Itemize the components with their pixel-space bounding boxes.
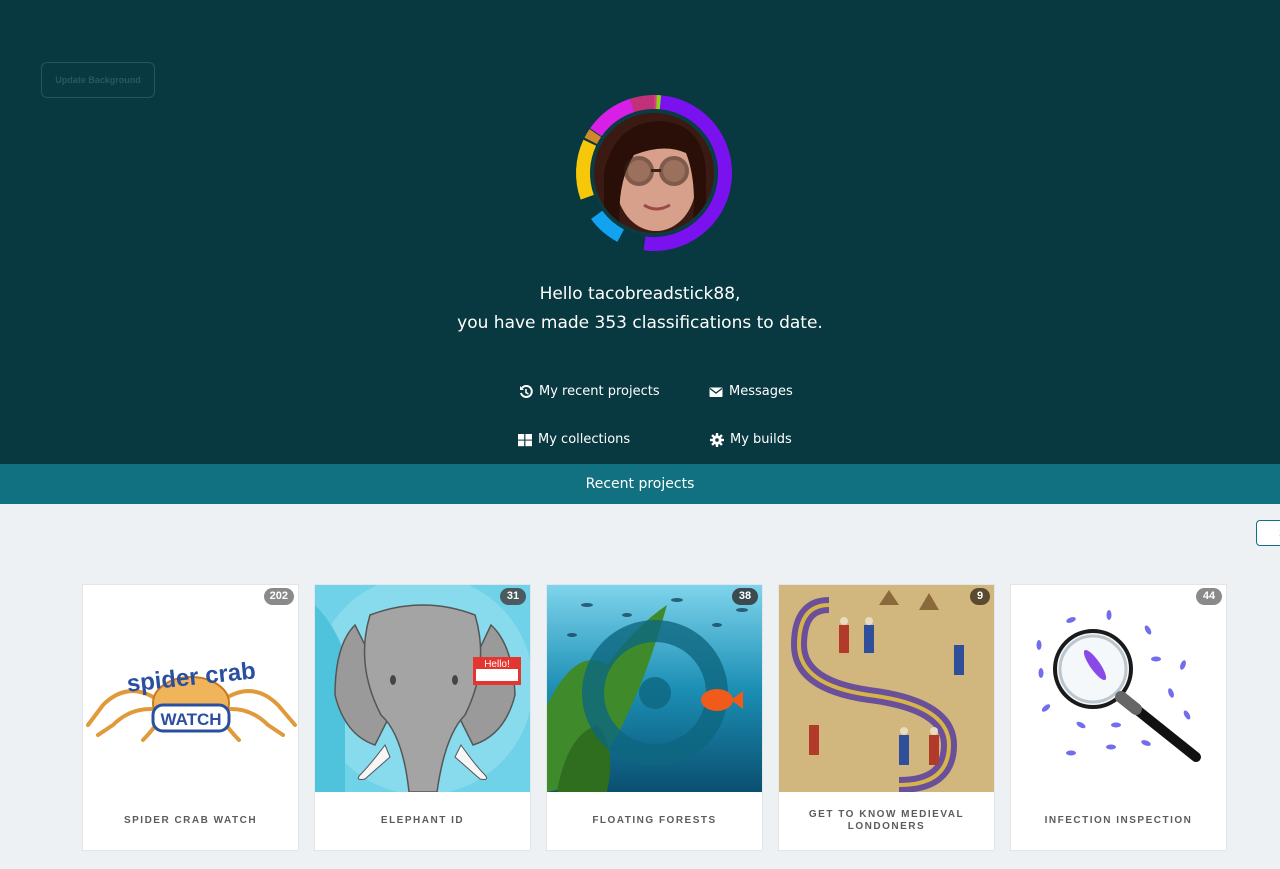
greeting-line-classifications: you have made 353 classifications to dat… (457, 313, 823, 333)
classification-count-badge: 44 (1196, 588, 1222, 605)
classification-count-badge: 202 (263, 588, 294, 605)
profile-hero: Update Background Hello tacobreadstick88… (0, 0, 1280, 464)
svg-text:WATCH: WATCH (160, 710, 221, 729)
messages-label: Messages (729, 384, 793, 399)
gear-icon (710, 432, 724, 447)
project-card-medieval-londoners[interactable]: 9 GET TO KNOW MEDIEVAL LONDONERS (778, 584, 995, 851)
recent-projects-header: Recent projects (0, 464, 1280, 504)
project-title: INFECTION INSPECTION (1044, 815, 1193, 826)
avatar (574, 93, 734, 253)
my-collections-label: My collections (538, 432, 631, 447)
project-image-elephant: Hello! (315, 585, 530, 792)
grid-icon (518, 433, 532, 446)
project-title: SPIDER CRAB WATCH (123, 815, 258, 826)
my-collections-link[interactable]: My collections (518, 432, 630, 447)
project-card-spider-crab-watch[interactable]: spider crab WATCH 202 SPIDER CRAB WATCH (82, 584, 299, 851)
project-title: ELEPHANT ID (380, 815, 465, 826)
project-image-manuscript (779, 585, 994, 792)
my-builds-link[interactable]: My builds (710, 432, 792, 447)
project-title: FLOATING FORESTS (592, 815, 717, 826)
see-all-button[interactable]: S (1256, 520, 1280, 546)
my-recent-projects-link[interactable]: My recent projects (519, 384, 660, 399)
avatar-photo (591, 110, 717, 236)
project-title: GET TO KNOW MEDIEVAL LONDONERS (808, 809, 965, 832)
classification-count-badge: 9 (970, 588, 990, 605)
envelope-icon (709, 387, 723, 397)
project-card-elephant-id[interactable]: Hello! 31 ELEPHANT ID (314, 584, 531, 851)
svg-text:Hello!: Hello! (484, 659, 510, 670)
greeting-line-hello: Hello tacobreadstick88, (539, 284, 741, 304)
project-image-spider-crab: spider crab WATCH (83, 585, 298, 792)
project-card-infection-inspection[interactable]: 44 INFECTION INSPECTION (1010, 584, 1227, 851)
messages-link[interactable]: Messages (709, 384, 793, 399)
my-recent-projects-label: My recent projects (539, 384, 660, 399)
classification-count-badge: 38 (732, 588, 758, 605)
project-image-magnifier (1011, 585, 1226, 792)
project-image-kelp (547, 585, 762, 792)
my-builds-label: My builds (730, 432, 792, 447)
update-background-button[interactable]: Update Background (41, 62, 155, 98)
project-card-floating-forests[interactable]: 38 FLOATING FORESTS (546, 584, 763, 851)
classification-count-badge: 31 (500, 588, 526, 605)
greeting: Hello tacobreadstick88, you have made 35… (0, 280, 1280, 338)
history-icon (520, 384, 533, 398)
